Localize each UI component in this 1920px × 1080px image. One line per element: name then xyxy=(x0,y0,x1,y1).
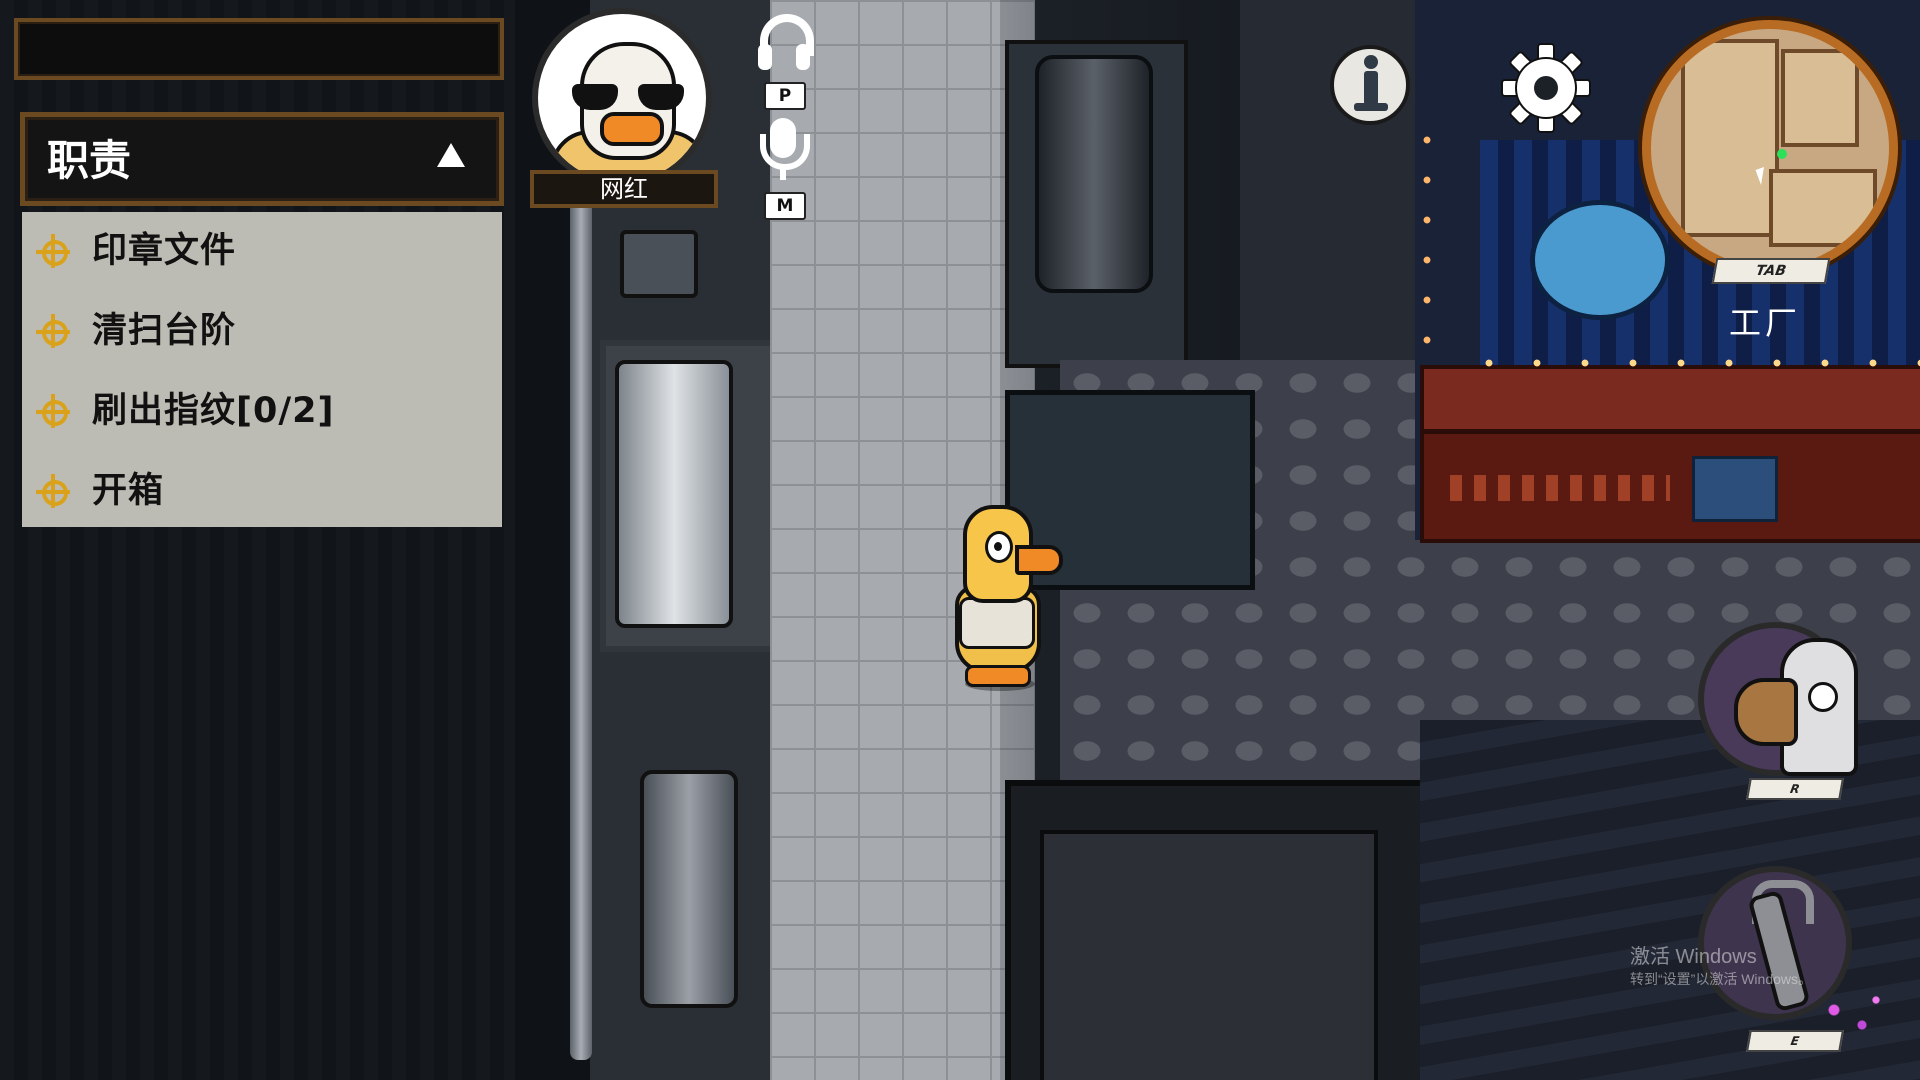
sunglasses-icon xyxy=(572,84,684,112)
duck-feet xyxy=(965,665,1031,687)
gear-icon[interactable] xyxy=(1498,40,1594,136)
minimap-key-hint: TAB xyxy=(1711,258,1831,284)
duck-beak xyxy=(1015,545,1063,575)
minimap[interactable] xyxy=(1642,20,1898,276)
avatar-beak xyxy=(600,112,664,146)
stage-pattern xyxy=(1450,475,1670,501)
watermark-title: 激活 Windows xyxy=(1630,946,1757,968)
ability-r-key-hint: R xyxy=(1746,778,1844,800)
task-item[interactable]: 刷出指纹[0/2] xyxy=(22,372,502,452)
duck-pupil xyxy=(994,542,1002,551)
speaker-key-hint: P xyxy=(764,82,806,110)
target-icon xyxy=(36,234,72,270)
task-item[interactable]: 开箱 xyxy=(22,452,502,532)
wanted-poster xyxy=(1692,456,1778,522)
boiler-core xyxy=(1035,55,1153,293)
crank-machine xyxy=(620,230,698,298)
task-item[interactable]: 清扫台阶 xyxy=(22,292,502,372)
role-label: 网红 xyxy=(530,170,718,208)
task-item[interactable]: 印章文件 xyxy=(22,212,502,292)
task-list: 印章文件 清扫台阶 刷出指纹[0/2] 开箱 xyxy=(22,212,502,527)
target-icon xyxy=(36,474,72,510)
stage-edge xyxy=(1420,365,1920,433)
drum-machine xyxy=(615,360,733,628)
minimap-room xyxy=(1681,39,1779,237)
horn-icon xyxy=(1734,678,1798,746)
duck-shirt xyxy=(959,597,1035,649)
info-icon[interactable] xyxy=(1330,45,1410,125)
headphones-icon[interactable] xyxy=(752,10,816,74)
windows-activation-watermark: 激活 Windows 转到“设置”以激活 Windows。 xyxy=(1630,944,1812,988)
vertical-pipe xyxy=(570,200,592,1060)
stage-lights xyxy=(1465,358,1920,368)
player-duck-character xyxy=(955,505,1063,695)
wave-decoration xyxy=(1530,200,1670,320)
name-bar xyxy=(14,18,504,80)
mic-key-hint: M xyxy=(764,192,806,220)
minimap-room xyxy=(1781,49,1859,147)
task-label: 清扫台阶 xyxy=(92,311,237,351)
duck-eye xyxy=(985,531,1013,563)
bottom-building-inner xyxy=(1040,830,1378,1080)
task-label: 刷出指纹[0/2] xyxy=(92,391,335,431)
target-icon xyxy=(36,314,72,350)
tasks-title: 职责 xyxy=(47,136,132,185)
location-label: 工厂 xyxy=(1728,304,1801,342)
minimap-room xyxy=(1769,169,1877,247)
press-machine xyxy=(640,770,738,1008)
tasks-header[interactable]: 职责 xyxy=(20,112,504,206)
stage-lights-vertical xyxy=(1422,120,1432,360)
ability-r-button[interactable] xyxy=(1698,622,1858,776)
player-avatar xyxy=(532,8,712,188)
sparkle-effect xyxy=(1820,990,1890,1040)
target-icon xyxy=(36,394,72,430)
task-label: 开箱 xyxy=(92,471,165,511)
minimap-player-marker xyxy=(1777,149,1787,159)
microphone-icon[interactable] xyxy=(752,118,816,188)
collapse-arrow-icon[interactable] xyxy=(437,143,465,167)
watermark-subtitle: 转到“设置”以激活 Windows。 xyxy=(1630,971,1813,987)
task-label: 印章文件 xyxy=(92,231,237,271)
